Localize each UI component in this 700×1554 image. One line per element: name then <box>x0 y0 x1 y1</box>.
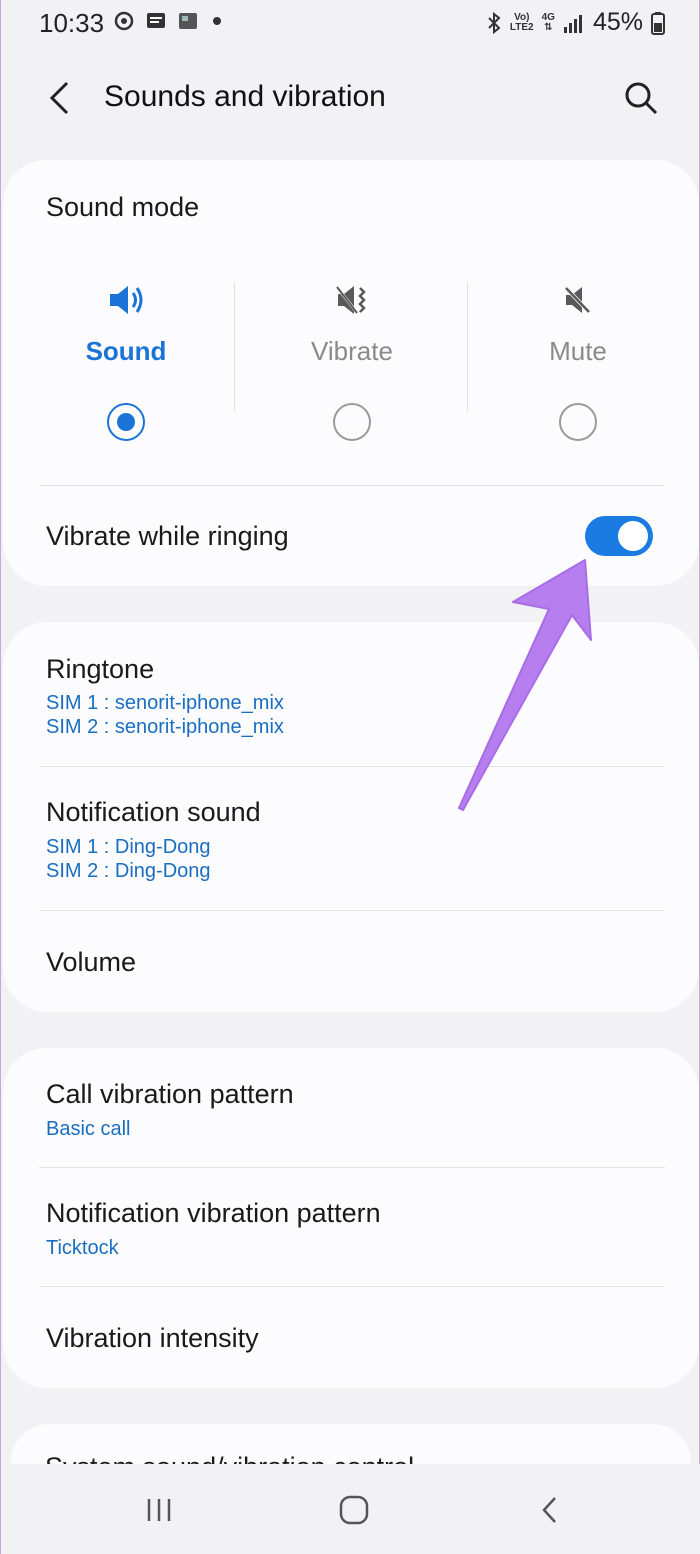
notification-vibration-pattern-title: Notification vibration pattern <box>46 1198 381 1228</box>
status-bar: 10:33 Vo) LTE2 4G ⇅ 45% <box>1 0 700 48</box>
back-icon <box>542 1497 556 1523</box>
row-divider <box>39 910 665 911</box>
ringtone-title: Ringtone <box>46 654 155 684</box>
signal-icon <box>563 14 582 33</box>
recents-icon <box>147 1499 171 1521</box>
vibrate-while-ringing-toggle[interactable] <box>585 516 653 556</box>
ringtone-sim1: SIM 1 : senorit-iphone_mix <box>46 692 284 714</box>
app-header: Sounds and vibration <box>1 60 700 136</box>
battery-icon <box>651 11 665 35</box>
navigation-bar <box>1 1464 700 1554</box>
sound-mode-card: Sound mode Sound Vibrate Mute Vibrate wh… <box>3 160 699 586</box>
mode-divider <box>234 282 235 412</box>
sound-mode-label: Sound <box>85 336 167 366</box>
sync-icon <box>114 11 134 31</box>
recents-button[interactable] <box>129 1490 189 1530</box>
row-divider <box>39 1167 665 1168</box>
mute-icon <box>465 280 691 320</box>
volume-row[interactable]: Volume <box>46 947 136 978</box>
notification-sound-sim2: SIM 2 : Ding-Dong <box>46 860 211 882</box>
vibrate-while-ringing-label: Vibrate while ringing <box>46 521 289 551</box>
system-sound-card: System sound/vibration control <box>11 1424 691 1464</box>
notification-sound-title: Notification sound <box>46 797 261 827</box>
row-divider <box>39 766 665 767</box>
row-divider <box>39 485 665 486</box>
sound-mode-title: Sound mode <box>46 192 200 222</box>
ringtone-sim2: SIM 2 : senorit-iphone_mix <box>46 716 284 738</box>
network-type-indicator: 4G ⇅ <box>541 11 555 33</box>
toggle-knob <box>616 519 650 553</box>
message-icon <box>147 13 165 28</box>
vibrate-mode-radio[interactable] <box>333 403 371 441</box>
gallery-icon <box>179 13 197 29</box>
home-icon <box>339 1495 369 1525</box>
data-arrows-icon: ⇅ <box>544 21 553 33</box>
speaker-icon <box>13 280 239 320</box>
vibrate-mode-label: Vibrate <box>311 336 393 366</box>
search-button[interactable] <box>617 74 665 122</box>
vibration-card: Call vibration pattern Basic call Notifi… <box>3 1048 699 1388</box>
sounds-card: Ringtone SIM 1 : senorit-iphone_mix SIM … <box>3 622 699 1012</box>
volte-indicator: Vo) LTE2 <box>509 11 534 33</box>
sound-mode-option-vibrate[interactable]: Vibrate <box>239 280 465 441</box>
vibrate-icon <box>239 280 465 320</box>
call-vibration-pattern-value: Basic call <box>46 1118 131 1140</box>
mute-mode-radio[interactable] <box>559 403 597 441</box>
sound-mode-option-mute[interactable]: Mute <box>465 280 691 441</box>
sound-mode-option-sound[interactable]: Sound <box>13 280 239 441</box>
status-notification-icons <box>113 10 221 32</box>
battery-percentage: 45% <box>592 8 643 36</box>
back-arrow-icon <box>49 81 69 115</box>
page-title: Sounds and vibration <box>104 80 386 113</box>
sound-mode-radio[interactable] <box>107 403 145 441</box>
nav-back-button[interactable] <box>519 1490 579 1530</box>
row-divider <box>39 1286 665 1287</box>
back-button[interactable] <box>37 74 81 122</box>
home-button[interactable] <box>324 1490 384 1530</box>
vibration-intensity-row[interactable]: Vibration intensity <box>46 1323 259 1354</box>
system-sound-vibration-control-row[interactable]: System sound/vibration control <box>45 1452 414 1464</box>
status-system-icons: Vo) LTE2 4G ⇅ 45% <box>486 8 665 37</box>
notification-sound-sim1: SIM 1 : Ding-Dong <box>46 836 211 858</box>
bluetooth-icon <box>488 11 501 34</box>
notification-vibration-pattern-value: Ticktock <box>46 1237 119 1259</box>
call-vibration-pattern-title: Call vibration pattern <box>46 1079 294 1109</box>
mute-mode-label: Mute <box>549 336 607 366</box>
more-notifications-icon <box>213 17 221 25</box>
search-icon <box>625 82 658 115</box>
status-time: 10:33 <box>39 8 105 38</box>
